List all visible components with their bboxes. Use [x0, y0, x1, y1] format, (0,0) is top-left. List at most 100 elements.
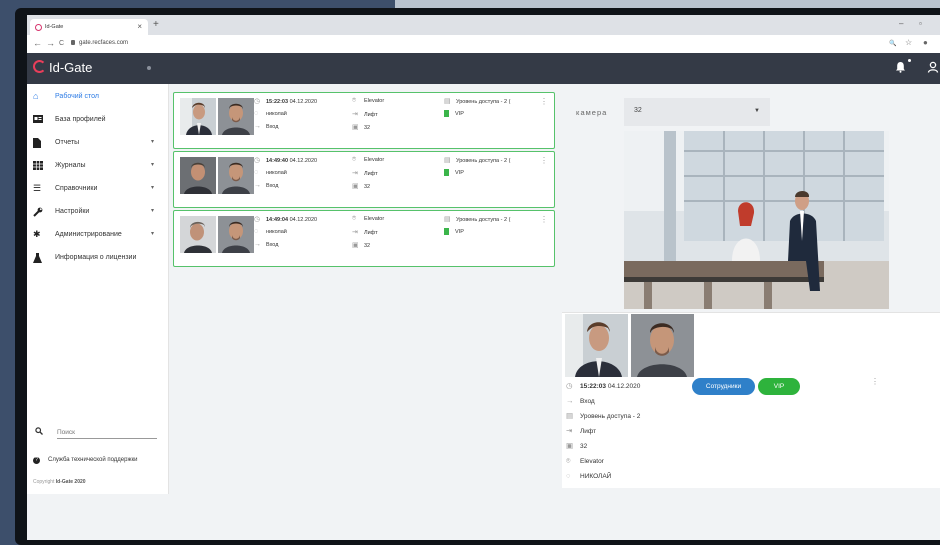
profile-icon[interactable]: ● [923, 38, 928, 47]
event-card[interactable]: ◷ 15:22:03 04.12.2020 ◌ николай → Вход ⌾ Ele… [173, 92, 555, 149]
captured-face-photo [180, 98, 216, 135]
clock-icon: ◷ [254, 216, 261, 223]
chevron-down-icon: ▾ [151, 162, 155, 168]
face-icon: ◌ [254, 169, 259, 176]
sidebar-item-label: База профилей [55, 116, 106, 123]
camera-feed-image [624, 131, 889, 309]
tab-close-icon[interactable]: × [137, 22, 142, 31]
event-direction: → Вход [254, 182, 279, 189]
sign-in-icon: ⇥ [566, 426, 573, 435]
flask-icon [33, 253, 43, 263]
camera-select[interactable]: 32 ▼ [624, 98, 770, 126]
event-group: VIP [444, 228, 464, 237]
event-person: ◌ николай [254, 228, 287, 235]
camera-icon: ▣ [566, 441, 574, 450]
page-footer-area [27, 494, 940, 540]
lock-icon: ▤ [566, 411, 574, 420]
event-camera: ▣ 32 [352, 242, 371, 249]
location-pin-icon: ⌾ [566, 456, 571, 465]
sidebar-item-dashboard[interactable]: ⌂ Рабочий стол [27, 86, 168, 108]
url-field[interactable]: gate.recfaces.com [79, 40, 128, 46]
camera-label: камера [576, 108, 608, 117]
tab-title: Id-Gate [45, 24, 64, 30]
sidebar-item-license[interactable]: Информация о лицензии [27, 247, 168, 269]
sidebar-item-profiles[interactable]: База профилей [27, 109, 168, 131]
reload-icon[interactable]: C [59, 40, 64, 47]
event-zone: ⌾ Elevator [352, 97, 385, 104]
screen: Id-Gate × + – ▫ ← → C gate.recfaces.com … [27, 15, 940, 540]
event-zone: ⌾ Elevator [352, 215, 385, 222]
sidebar-item-label: Настройки [55, 208, 90, 215]
support-link[interactable]: ? Служба технической поддержки [33, 457, 137, 464]
search-input[interactable] [57, 426, 157, 439]
id-card-icon [33, 115, 43, 123]
app-logo-text[interactable]: Id-Gate [49, 60, 92, 75]
event-card[interactable]: ◷ 14:49:04 04.12.2020 ◌ николай → Вход ⌾ Ele… [173, 210, 555, 267]
maximize-icon[interactable]: ▫ [919, 19, 922, 28]
event-detail-panel: ◷ 15:22:03 04.12.2020 → Вход ▤ Уровень дост… [562, 312, 940, 488]
bookmark-star-icon[interactable]: ☆ [905, 38, 912, 47]
more-options-icon[interactable]: ⋮ [871, 377, 879, 386]
event-zone: ⌾ Elevator [352, 156, 385, 163]
tag-vip[interactable]: VIP [758, 378, 800, 395]
event-direction: → Вход [254, 241, 279, 248]
lock-icon: ▤ [444, 98, 451, 105]
more-options-icon[interactable]: ⋮ [540, 97, 548, 106]
lock-icon [71, 40, 75, 45]
address-bar: ← → C gate.recfaces.com 🔍 ☆ ● [27, 35, 940, 54]
profile-face-photo-large [631, 314, 694, 377]
tag-employees[interactable]: Сотрудники [692, 378, 755, 395]
camera-icon: ▣ [352, 183, 359, 190]
favicon-icon [35, 24, 42, 31]
gear-icon: ✱ [33, 229, 41, 239]
more-options-icon[interactable]: ⋮ [540, 215, 548, 224]
more-options-icon[interactable]: ⋮ [540, 156, 548, 165]
sidebar: ⌂ Рабочий стол База профилей Отчеты ▾ Жу… [27, 84, 169, 494]
new-tab-icon[interactable]: + [153, 19, 159, 30]
location-pin-icon: ⌾ [352, 215, 357, 222]
clock-icon: ◷ [566, 381, 573, 390]
detail-access: ▤ Уровень доступа - 2 [566, 411, 641, 420]
sidebar-item-administration[interactable]: ✱ Администрирование ▾ [27, 224, 168, 246]
sidebar-item-reports[interactable]: Отчеты ▾ [27, 132, 168, 154]
background-desk [395, 0, 940, 8]
event-camera: ▣ 32 [352, 124, 371, 131]
wrench-icon [33, 207, 43, 217]
logo-icon [33, 60, 46, 73]
event-access: ▤ Уровень доступа - 2 ( [444, 98, 511, 105]
back-icon[interactable]: ← [33, 38, 42, 48]
captured-face-photo [180, 157, 216, 194]
location-pin-icon: ⌾ [352, 156, 357, 163]
face-icon: ◌ [254, 110, 259, 117]
document-icon [33, 138, 43, 148]
user-icon[interactable] [927, 61, 939, 76]
zoom-icon[interactable]: 🔍 [889, 40, 896, 47]
sidebar-item-dictionaries[interactable]: ☰ Справочники ▾ [27, 178, 168, 200]
forward-icon[interactable]: → [46, 38, 55, 48]
camera-icon: ▣ [352, 242, 359, 249]
face-icon: ◌ [566, 471, 571, 480]
bell-icon[interactable] [895, 61, 906, 76]
sidebar-item-journals[interactable]: Журналы ▾ [27, 155, 168, 177]
clock-icon: ◷ [254, 157, 261, 164]
event-group: VIP [444, 110, 464, 119]
camera-select-value: 32 [634, 107, 642, 114]
help-icon: ? [33, 457, 40, 464]
captured-face-photo [180, 216, 216, 253]
browser-tab[interactable]: Id-Gate × [30, 19, 148, 35]
minimize-icon[interactable]: – [899, 19, 903, 28]
bookmark-icon [444, 169, 449, 176]
event-card[interactable]: ◷ 14:49:40 04.12.2020 ◌ николай → Вход ⌾ Ele… [173, 151, 555, 208]
lock-icon: ▤ [444, 216, 451, 223]
lock-icon: ▤ [444, 157, 451, 164]
event-datetime: ◷ 15:22:03 04.12.2020 [254, 98, 318, 105]
enter-arrow-icon: → [254, 123, 261, 130]
sidebar-item-label: Администрирование [55, 231, 122, 238]
sidebar-item-settings[interactable]: Настройки ▾ [27, 201, 168, 223]
app-header: Id-Gate [27, 53, 940, 84]
sidebar-toggle-dot[interactable] [147, 66, 151, 70]
chevron-down-icon: ▾ [151, 185, 155, 191]
detail-gate: ⇥ Лифт [566, 426, 597, 435]
detail-datetime: ◷ 15:22:03 04.12.2020 [566, 381, 641, 390]
clock-icon: ◷ [254, 98, 261, 105]
